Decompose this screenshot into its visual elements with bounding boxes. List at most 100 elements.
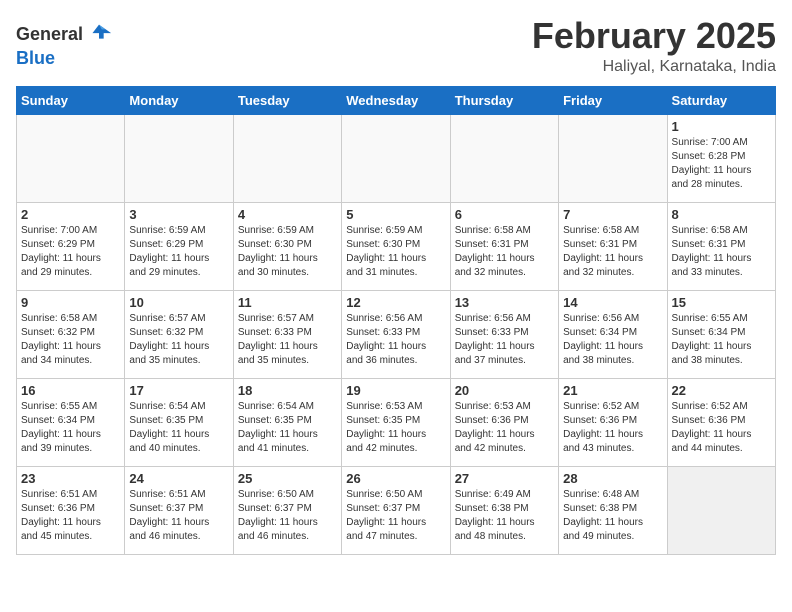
day-number: 19 — [346, 383, 445, 398]
calendar-table: Sunday Monday Tuesday Wednesday Thursday… — [16, 86, 776, 555]
day-number: 22 — [672, 383, 771, 398]
day-number: 24 — [129, 471, 228, 486]
day-number: 7 — [563, 207, 662, 222]
day-info: Sunrise: 6:56 AM Sunset: 6:33 PM Dayligh… — [346, 312, 445, 368]
calendar-cell: 28 Sunrise: 6:48 AM Sunset: 6:38 PM Dayli… — [559, 466, 667, 554]
calendar-cell: 2Sunrise: 7:00 AM Sunset: 6:29 PM Daylig… — [17, 202, 125, 290]
calendar-cell: 5 Sunrise: 6:59 AM Sunset: 6:30 PM Daylig… — [342, 202, 450, 290]
calendar-cell — [450, 114, 558, 202]
calendar-cell: 13 Sunrise: 6:56 AM Sunset: 6:33 PM Dayli… — [450, 290, 558, 378]
day-number: 17 — [129, 383, 228, 398]
logo-bird-icon — [85, 20, 113, 48]
calendar-cell: 10 Sunrise: 6:57 AM Sunset: 6:32 PM Dayli… — [125, 290, 233, 378]
calendar-cell: 7 Sunrise: 6:58 AM Sunset: 6:31 PM Daylig… — [559, 202, 667, 290]
calendar-title: February 2025 — [532, 16, 776, 56]
day-info: Sunrise: 6:58 AM Sunset: 6:31 PM Dayligh… — [672, 224, 771, 280]
week-row-1: 2Sunrise: 7:00 AM Sunset: 6:29 PM Daylig… — [17, 202, 776, 290]
day-info: Sunrise: 6:55 AM Sunset: 6:34 PM Dayligh… — [672, 312, 771, 368]
day-info: Sunrise: 7:00 AM Sunset: 6:28 PM Dayligh… — [672, 136, 771, 192]
calendar-cell: 26 Sunrise: 6:50 AM Sunset: 6:37 PM Dayli… — [342, 466, 450, 554]
day-number: 8 — [672, 207, 771, 222]
col-thursday: Thursday — [450, 86, 558, 114]
day-info: Sunrise: 6:48 AM Sunset: 6:38 PM Dayligh… — [563, 488, 662, 544]
day-number: 28 — [563, 471, 662, 486]
day-number: 1 — [672, 119, 771, 134]
day-number: 4 — [238, 207, 337, 222]
day-info: Sunrise: 6:56 AM Sunset: 6:34 PM Dayligh… — [563, 312, 662, 368]
page-header: General Blue February 2025 Haliyal, Karn… — [16, 16, 776, 76]
day-number: 12 — [346, 295, 445, 310]
day-number: 3 — [129, 207, 228, 222]
day-info: Sunrise: 6:56 AM Sunset: 6:33 PM Dayligh… — [455, 312, 554, 368]
day-number: 20 — [455, 383, 554, 398]
logo-blue: Blue — [16, 48, 55, 68]
calendar-cell: 12 Sunrise: 6:56 AM Sunset: 6:33 PM Dayli… — [342, 290, 450, 378]
calendar-cell — [559, 114, 667, 202]
calendar-cell: 21 Sunrise: 6:52 AM Sunset: 6:36 PM Dayli… — [559, 378, 667, 466]
day-info: Sunrise: 6:51 AM Sunset: 6:36 PM Dayligh… — [21, 488, 120, 544]
calendar-cell: 8 Sunrise: 6:58 AM Sunset: 6:31 PM Daylig… — [667, 202, 775, 290]
day-info: Sunrise: 6:55 AM Sunset: 6:34 PM Dayligh… — [21, 400, 120, 456]
day-number: 10 — [129, 295, 228, 310]
calendar-cell: 3Sunrise: 6:59 AM Sunset: 6:29 PM Daylig… — [125, 202, 233, 290]
calendar-cell — [17, 114, 125, 202]
day-info: Sunrise: 6:49 AM Sunset: 6:38 PM Dayligh… — [455, 488, 554, 544]
day-info: Sunrise: 6:57 AM Sunset: 6:32 PM Dayligh… — [129, 312, 228, 368]
day-info: Sunrise: 6:50 AM Sunset: 6:37 PM Dayligh… — [346, 488, 445, 544]
day-number: 6 — [455, 207, 554, 222]
calendar-cell: 19 Sunrise: 6:53 AM Sunset: 6:35 PM Dayli… — [342, 378, 450, 466]
calendar-cell: 15Sunrise: 6:55 AM Sunset: 6:34 PM Dayli… — [667, 290, 775, 378]
week-row-3: 16Sunrise: 6:55 AM Sunset: 6:34 PM Dayli… — [17, 378, 776, 466]
calendar-subtitle: Haliyal, Karnataka, India — [532, 58, 776, 76]
day-number: 13 — [455, 295, 554, 310]
week-row-2: 9 Sunrise: 6:58 AM Sunset: 6:32 PM Daylig… — [17, 290, 776, 378]
day-number: 18 — [238, 383, 337, 398]
day-number: 11 — [238, 295, 337, 310]
calendar-cell — [125, 114, 233, 202]
day-info: Sunrise: 6:54 AM Sunset: 6:35 PM Dayligh… — [129, 400, 228, 456]
calendar-cell — [233, 114, 341, 202]
day-number: 26 — [346, 471, 445, 486]
calendar-cell: 22 Sunrise: 6:52 AM Sunset: 6:36 PM Dayli… — [667, 378, 775, 466]
calendar-cell: 4Sunrise: 6:59 AM Sunset: 6:30 PM Daylig… — [233, 202, 341, 290]
calendar-cell: 6 Sunrise: 6:58 AM Sunset: 6:31 PM Daylig… — [450, 202, 558, 290]
day-number: 23 — [21, 471, 120, 486]
day-number: 2 — [21, 207, 120, 222]
col-wednesday: Wednesday — [342, 86, 450, 114]
calendar-cell: 1 Sunrise: 7:00 AM Sunset: 6:28 PM Daylig… — [667, 114, 775, 202]
calendar-cell: 18 Sunrise: 6:54 AM Sunset: 6:35 PM Dayli… — [233, 378, 341, 466]
day-info: Sunrise: 6:58 AM Sunset: 6:32 PM Dayligh… — [21, 312, 120, 368]
day-number: 25 — [238, 471, 337, 486]
day-number: 9 — [21, 295, 120, 310]
day-info: Sunrise: 6:53 AM Sunset: 6:35 PM Dayligh… — [346, 400, 445, 456]
col-friday: Friday — [559, 86, 667, 114]
day-info: Sunrise: 6:51 AM Sunset: 6:37 PM Dayligh… — [129, 488, 228, 544]
calendar-cell: 11Sunrise: 6:57 AM Sunset: 6:33 PM Dayli… — [233, 290, 341, 378]
day-info: Sunrise: 6:58 AM Sunset: 6:31 PM Dayligh… — [563, 224, 662, 280]
day-number: 27 — [455, 471, 554, 486]
day-info: Sunrise: 6:54 AM Sunset: 6:35 PM Dayligh… — [238, 400, 337, 456]
calendar-cell: 24 Sunrise: 6:51 AM Sunset: 6:37 PM Dayli… — [125, 466, 233, 554]
calendar-cell — [667, 466, 775, 554]
week-row-0: 1 Sunrise: 7:00 AM Sunset: 6:28 PM Daylig… — [17, 114, 776, 202]
calendar-cell: 23 Sunrise: 6:51 AM Sunset: 6:36 PM Dayli… — [17, 466, 125, 554]
day-info: Sunrise: 6:52 AM Sunset: 6:36 PM Dayligh… — [672, 400, 771, 456]
calendar-cell — [342, 114, 450, 202]
col-tuesday: Tuesday — [233, 86, 341, 114]
day-number: 5 — [346, 207, 445, 222]
day-info: Sunrise: 6:50 AM Sunset: 6:37 PM Dayligh… — [238, 488, 337, 544]
calendar-cell: 16Sunrise: 6:55 AM Sunset: 6:34 PM Dayli… — [17, 378, 125, 466]
day-info: Sunrise: 6:52 AM Sunset: 6:36 PM Dayligh… — [563, 400, 662, 456]
day-number: 21 — [563, 383, 662, 398]
calendar-cell: 14 Sunrise: 6:56 AM Sunset: 6:34 PM Dayli… — [559, 290, 667, 378]
col-monday: Monday — [125, 86, 233, 114]
title-section: February 2025 Haliyal, Karnataka, India — [532, 16, 776, 76]
day-number: 14 — [563, 295, 662, 310]
logo-general: General — [16, 24, 83, 45]
day-info: Sunrise: 6:59 AM Sunset: 6:30 PM Dayligh… — [346, 224, 445, 280]
col-sunday: Sunday — [17, 86, 125, 114]
day-info: Sunrise: 6:58 AM Sunset: 6:31 PM Dayligh… — [455, 224, 554, 280]
logo: General Blue — [16, 20, 113, 69]
calendar-cell: 25 Sunrise: 6:50 AM Sunset: 6:37 PM Dayli… — [233, 466, 341, 554]
calendar-cell: 9 Sunrise: 6:58 AM Sunset: 6:32 PM Daylig… — [17, 290, 125, 378]
